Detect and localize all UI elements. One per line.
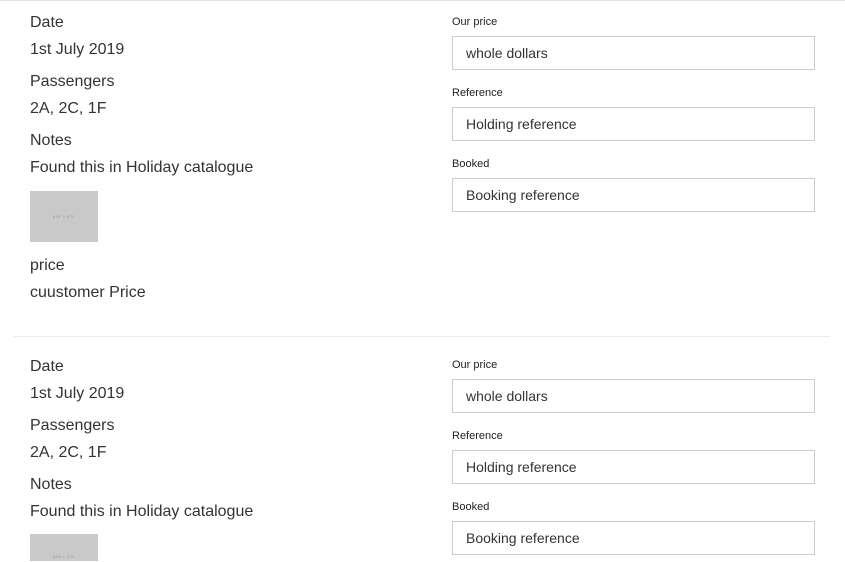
booked-field[interactable]: [452, 178, 815, 212]
price-label: price: [30, 257, 65, 274]
notes-label: Notes: [30, 132, 72, 149]
reference-label: Reference: [452, 87, 503, 99]
booking-card: Date 1st July 2019 Passengers 2A, 2C, 1F…: [14, 336, 830, 562]
notes-label: Notes: [30, 476, 72, 493]
reference-label: Reference: [452, 430, 503, 442]
reference-input[interactable]: [453, 451, 814, 483]
our-price-label: Our price: [452, 359, 498, 371]
thumbnail-image: 896 x 672: [30, 534, 98, 561]
thumbnail-image: 896 x 672: [30, 191, 98, 242]
passengers-label: Passengers: [30, 73, 115, 90]
passengers-value: 2A, 2C, 1F: [30, 100, 107, 117]
passengers-value: 2A, 2C, 1F: [30, 444, 107, 461]
date-label: Date: [30, 358, 64, 375]
our-price-field[interactable]: [452, 36, 815, 70]
our-price-input[interactable]: [453, 380, 814, 412]
passengers-label: Passengers: [30, 417, 115, 434]
our-price-label: Our price: [452, 16, 498, 28]
booked-label: Booked: [452, 158, 490, 170]
booking-card: Date 1st July 2019 Passengers 2A, 2C, 1F…: [14, 0, 830, 336]
reference-field[interactable]: [452, 107, 815, 141]
booked-input[interactable]: [453, 179, 814, 211]
booked-label: Booked: [452, 501, 490, 513]
reference-field[interactable]: [452, 450, 815, 484]
booked-input[interactable]: [453, 522, 814, 554]
price-value: cuustomer Price: [30, 284, 146, 301]
notes-value: Found this in Holiday catalogue: [30, 503, 254, 520]
our-price-input[interactable]: [453, 37, 814, 69]
date-value: 1st July 2019: [30, 385, 125, 402]
date-value: 1st July 2019: [30, 41, 125, 58]
date-label: Date: [30, 14, 64, 31]
booked-field[interactable]: [452, 521, 815, 555]
notes-value: Found this in Holiday catalogue: [30, 159, 254, 176]
thumbnail-placeholder-text: 896 x 672: [52, 214, 76, 219]
our-price-field[interactable]: [452, 379, 815, 413]
reference-input[interactable]: [453, 108, 814, 140]
thumbnail-placeholder-text: 896 x 672: [52, 554, 76, 559]
